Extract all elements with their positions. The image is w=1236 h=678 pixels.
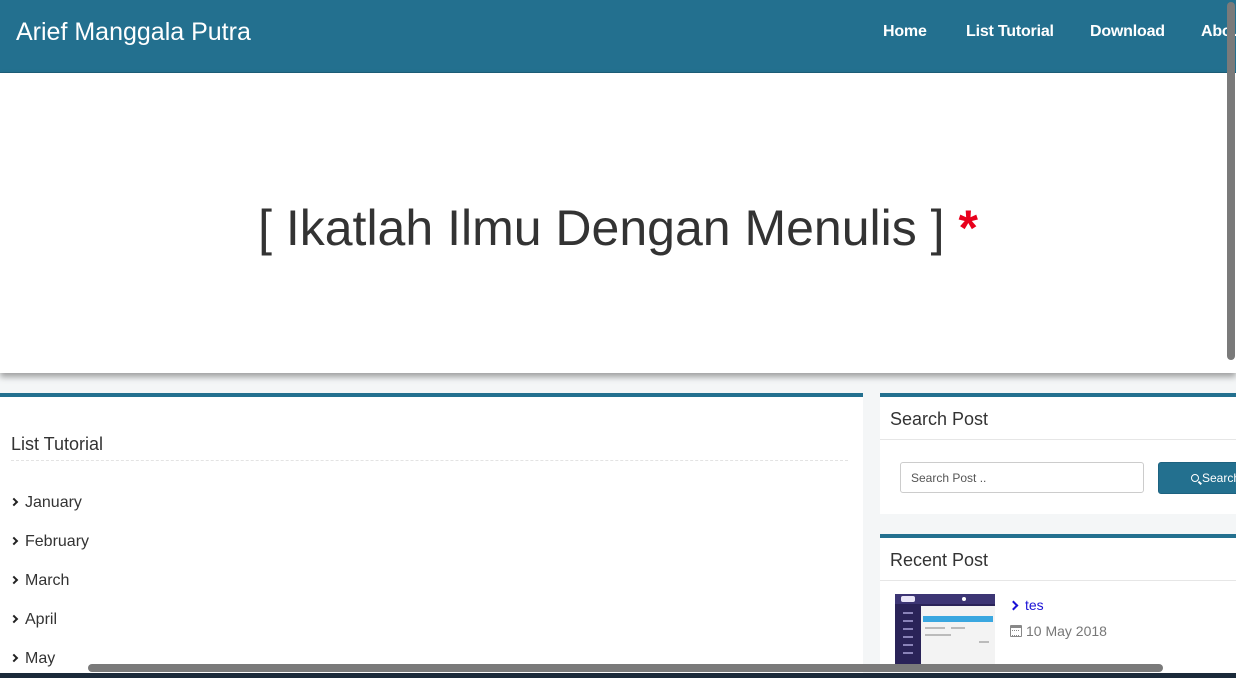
recent-post-date: 10 May 2018 xyxy=(1010,622,1107,640)
recent-post-link[interactable]: tes xyxy=(1008,596,1044,614)
chevron-right-icon xyxy=(1008,600,1019,611)
recent-widget-title: Recent Post xyxy=(890,550,989,570)
search-post-widget: Search Post Search xyxy=(880,393,1236,514)
recent-post-date-text: 10 May 2018 xyxy=(1026,623,1107,639)
vertical-scrollbar-thumb[interactable] xyxy=(1227,2,1235,360)
nav-item-list-tutorial[interactable]: List Tutorial xyxy=(966,22,1054,42)
post-thumbnail[interactable] xyxy=(895,594,995,666)
search-widget-title: Search Post xyxy=(890,409,989,429)
widget-divider xyxy=(880,439,1236,440)
vertical-scrollbar[interactable] xyxy=(1226,0,1236,362)
horizontal-scrollbar-thumb[interactable] xyxy=(88,664,1163,672)
hero-title: [ Ikatlah Ilmu Dengan Menulis ] xyxy=(258,200,945,256)
top-navbar: Arief Manggala Putra Home List Tutorial … xyxy=(0,0,1236,73)
month-item-february[interactable]: February xyxy=(9,532,90,552)
nav-item-home[interactable]: Home xyxy=(883,22,927,42)
recent-post-title: tes xyxy=(1025,597,1044,613)
nav-item-download[interactable]: Download xyxy=(1090,22,1165,42)
recent-post-widget: Recent Post tes 10 May 2018 xyxy=(880,534,1236,678)
hero-title-wrap: [ Ikatlah Ilmu Dengan Menulis ] * xyxy=(0,198,1236,258)
search-button[interactable]: Search xyxy=(1158,462,1236,494)
list-tutorial-heading: List Tutorial xyxy=(11,434,104,454)
list-tutorial-panel: List Tutorial January February March Apr… xyxy=(0,393,863,678)
page: Arief Manggala Putra Home List Tutorial … xyxy=(0,0,1236,678)
month-item-march[interactable]: March xyxy=(9,571,70,591)
search-icon xyxy=(1191,474,1199,482)
month-item-april[interactable]: April xyxy=(9,610,58,630)
search-input[interactable] xyxy=(900,462,1144,493)
panel-divider xyxy=(11,460,848,461)
chevron-right-icon xyxy=(9,497,19,507)
hero-asterisk: * xyxy=(958,200,978,256)
nav-menu: Home List Tutorial Download About xyxy=(0,22,1236,42)
chevron-right-icon xyxy=(9,575,19,585)
month-label: February xyxy=(25,533,90,550)
calendar-icon xyxy=(1010,625,1022,637)
month-item-january[interactable]: January xyxy=(9,493,82,513)
widget-divider xyxy=(880,580,1236,581)
month-label: January xyxy=(25,494,82,511)
month-label: April xyxy=(25,611,58,628)
month-label: March xyxy=(25,572,70,589)
chevron-right-icon xyxy=(9,614,19,624)
hero-banner: [ Ikatlah Ilmu Dengan Menulis ] * xyxy=(0,73,1236,373)
chevron-right-icon xyxy=(9,653,19,663)
window-bottom-edge xyxy=(0,673,1236,678)
horizontal-scrollbar[interactable] xyxy=(0,662,1236,672)
chevron-right-icon xyxy=(9,536,19,546)
